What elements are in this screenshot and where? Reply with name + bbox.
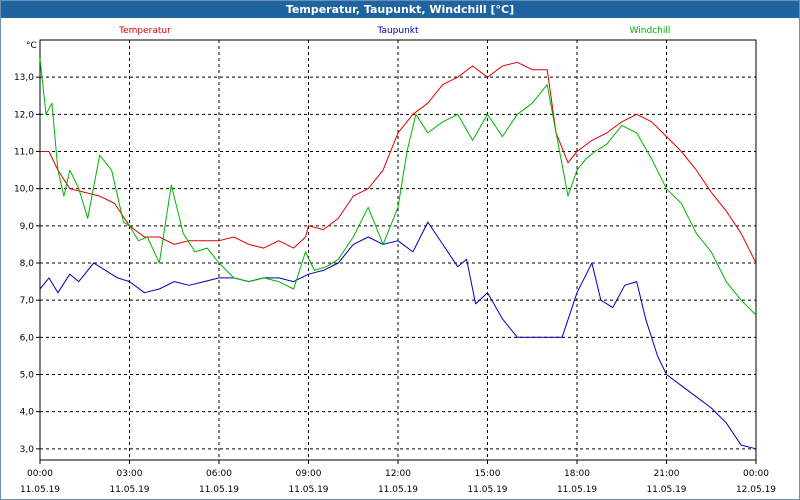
y-tick-label: 6,0 [20,333,35,343]
legend-entry-temperatur: Temperatur [118,26,171,36]
x-tick-time-label: 00:00 [27,469,53,479]
x-tick-time-label: 21:00 [654,469,680,479]
y-tick-label: 12,0 [14,110,34,120]
x-tick-time-label: 06:00 [206,469,232,479]
x-tick-time-label: 15:00 [475,469,501,479]
x-tick-time-label: 00:00 [743,469,769,479]
x-tick-date-label: 11.05.19 [199,485,239,495]
x-tick-date-label: 11.05.19 [467,485,507,495]
y-tick-label: 8,0 [20,259,35,269]
x-axis: 00:00 11.05.19 03:00 11.05.19 06:00 11.05.19 0… [20,460,776,495]
y-tick-label: 5,0 [20,371,35,381]
x-tick-date-label: 11.05.19 [288,485,328,495]
legend: Temperatur Taupunkt Windchill [118,26,670,36]
x-tick-date-label: 11.05.19 [20,485,60,495]
x-tick-date-label: 11.05.19 [109,485,149,495]
x-tick-date-label: 11.05.19 [378,485,418,495]
x-tick-date-label: 11.05.19 [646,485,686,495]
y-tick-label: 10,0 [14,185,34,195]
x-tick-date-label: 12.05.19 [736,485,776,495]
y-axis: 3,0 4,0 5,0 6,0 7,0 8,0 9,0 10,0 11,0 12,0 13,0 [14,73,40,455]
y-tick-label: 13,0 [14,73,34,83]
y-tick-label: 9,0 [20,222,35,232]
x-tick-time-label: 12:00 [385,469,411,479]
x-tick-time-label: 18:00 [564,469,590,479]
line-chart: 3,0 4,0 5,0 6,0 7,0 8,0 9,0 10,0 11,0 12,0 13,0 00… [14,26,776,495]
x-tick-date-label: 11.05.19 [557,485,597,495]
y-axis-unit-label: °C [26,41,37,51]
y-tick-label: 3,0 [20,445,35,455]
legend-entry-windchill: Windchill [630,26,671,36]
y-tick-label: 7,0 [20,296,35,306]
x-tick-time-label: 09:00 [296,469,322,479]
y-tick-label: 4,0 [20,408,35,418]
y-tick-label: 11,0 [14,148,34,158]
legend-entry-taupunkt: Taupunkt [376,26,419,36]
x-tick-time-label: 03:00 [117,469,143,479]
